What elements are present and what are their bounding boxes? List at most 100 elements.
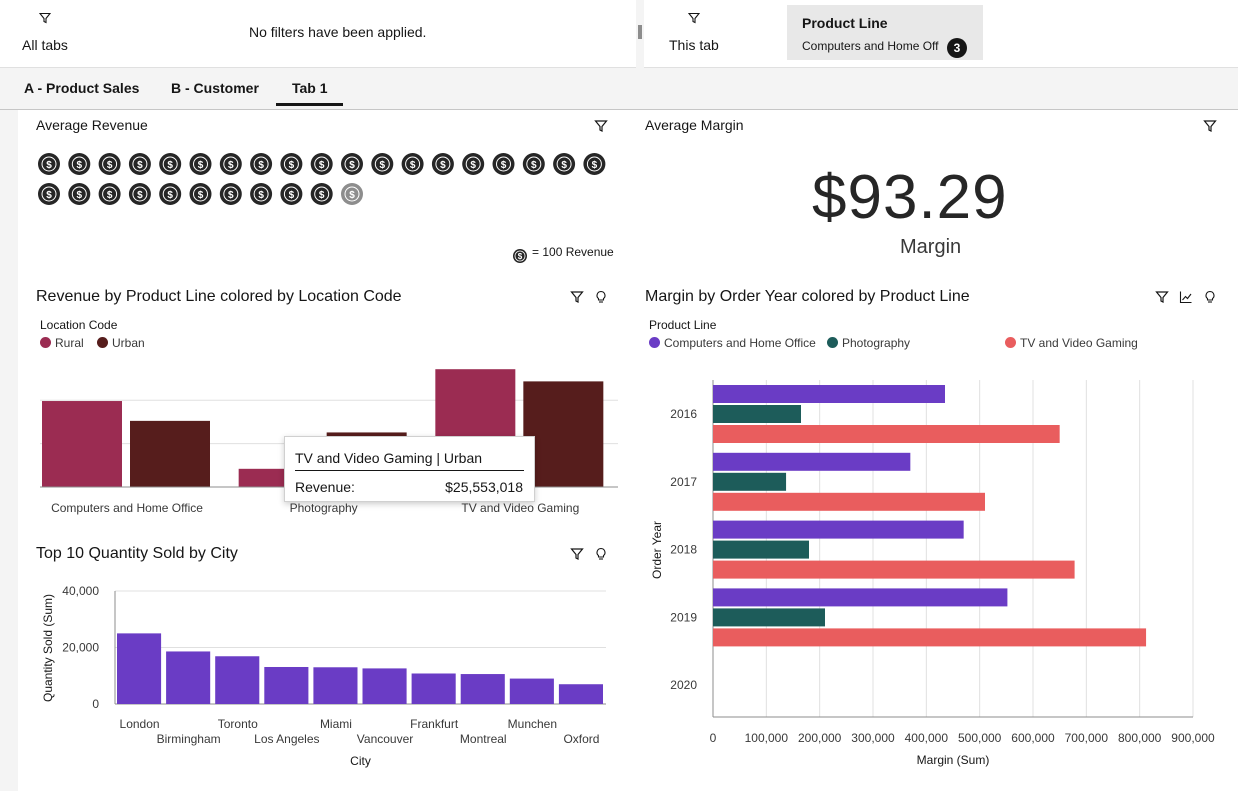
x-axis-label: City (350, 754, 371, 768)
dollar-glyph: $ (410, 160, 416, 171)
legend-label: Computers and Home Office (664, 336, 816, 350)
dollar-glyph: $ (380, 160, 386, 171)
y-tick-label: 2019 (670, 610, 697, 624)
avg-margin-title: Average Margin (645, 117, 744, 133)
all-tabs-label: All tabs (22, 37, 68, 53)
legend-item-rural[interactable]: Rural (40, 336, 84, 350)
dollar-glyph: $ (137, 190, 143, 201)
legend-item-urban[interactable]: Urban (97, 336, 145, 350)
quantity-bar-chart: 0 20,000 40,000 LondonBirminghamTorontoLos … (41, 584, 606, 768)
bar-urban (130, 420, 210, 487)
x-tick-label: Oxford (563, 732, 599, 746)
y-axis-label: Quantity Sold (Sum) (41, 594, 55, 702)
x-tick-label: 400,000 (905, 731, 949, 745)
y-tick-label: 2017 (670, 475, 697, 489)
x-tick-label: 200,000 (798, 731, 842, 745)
dollar-glyph: $ (107, 190, 113, 201)
lightbulb-icon[interactable] (594, 290, 608, 304)
dollar-glyph: $ (46, 190, 52, 201)
y-axis-label: Order Year (650, 521, 664, 579)
filter-icon[interactable] (39, 12, 51, 24)
dollar-glyph: $ (531, 160, 537, 171)
legend-item-tv-video-gaming[interactable]: TV and Video Gaming (1005, 336, 1138, 350)
filter-icon[interactable] (688, 12, 700, 24)
dollar-glyph: $ (258, 160, 264, 171)
dollar-glyph: $ (592, 160, 598, 171)
bar-2018-1 (713, 540, 809, 559)
revenue-chart-title: Revenue by Product Line colored by Locat… (36, 288, 402, 305)
tooltip-value: $25,553,018 (445, 479, 523, 495)
dollar-glyph: $ (470, 160, 476, 171)
bar-rural (42, 401, 122, 487)
x-tick-label: 100,000 (745, 731, 789, 745)
x-tick-label: Miami (320, 717, 352, 731)
dollar-glyph: $ (319, 190, 325, 201)
bar-urban (523, 381, 604, 487)
bar-2018-2 (713, 560, 1075, 579)
y-tick-label: 0 (92, 697, 99, 711)
x-tick-label: 700,000 (1065, 731, 1109, 745)
avg-margin-value: $93.29 (812, 163, 1008, 232)
bar-2019-2 (713, 628, 1147, 647)
bar-2016-2 (713, 425, 1060, 443)
lightbulb-icon[interactable] (594, 547, 608, 561)
filter-chip-value: Computers and Home Off (802, 39, 939, 53)
filter-icon[interactable] (1203, 119, 1217, 133)
dollar-glyph: $ (258, 190, 264, 201)
product-line-filter-chip[interactable]: Product Line Computers and Home Off 3 (787, 5, 983, 60)
y-tick-label: 40,000 (62, 584, 99, 598)
filter-icon[interactable] (570, 290, 584, 304)
x-tick-label: Birmingham (157, 732, 221, 746)
x-tick-label: Munchen (508, 717, 557, 731)
bar-toronto (215, 656, 260, 704)
x-tick-label: Frankfurt (410, 717, 459, 731)
legend-swatch (40, 337, 51, 348)
lightbulb-icon[interactable] (1203, 290, 1217, 304)
bar-london (117, 633, 162, 704)
margin-bar-chart: 0 100,000 200,000 300,000 400,000 500,000 600,… (650, 380, 1215, 767)
tab-a-product-sales[interactable]: A - Product Sales (24, 80, 139, 96)
chart-tooltip: TV and Video Gaming | Urban Revenue: $25… (284, 436, 535, 502)
dollar-glyph: $ (440, 160, 446, 171)
bar-2016-0 (713, 385, 945, 403)
x-tick-label: Computers and Home Office (51, 501, 203, 515)
x-tick-label: Vancouver (357, 732, 413, 746)
all-tabs-filter-area[interactable]: All tabs No filters have been applied. (0, 0, 636, 68)
dollar-glyph: $ (167, 160, 173, 171)
y-tick-label: 2018 (670, 543, 697, 557)
x-tick-label: 300,000 (851, 731, 895, 745)
trend-line-icon[interactable] (1179, 290, 1193, 304)
revenue-legend-title: Location Code (40, 318, 118, 332)
resize-handle[interactable] (638, 25, 642, 39)
legend-item-computers[interactable]: Computers and Home Office (649, 336, 816, 350)
bar-2018-0 (713, 520, 964, 539)
bar-2017-1 (713, 472, 787, 491)
filter-icon[interactable] (594, 119, 608, 133)
dollar-glyph: $ (107, 160, 113, 171)
legend-item-photography[interactable]: Photography (827, 336, 910, 350)
bar-vancouver (362, 668, 407, 704)
bar-munchen (509, 678, 554, 704)
tab-tab-1[interactable]: Tab 1 (292, 80, 328, 96)
tooltip-key: Revenue: (295, 479, 355, 495)
x-tick-label: London (120, 717, 160, 731)
bar-2019-0 (713, 588, 1008, 607)
filter-icon[interactable] (1155, 290, 1169, 304)
this-tab-filter-area[interactable]: This tab Product Line Computers and Home… (644, 0, 1238, 68)
dollar-glyph: $ (198, 190, 204, 201)
tab-b-customer[interactable]: B - Customer (171, 80, 259, 96)
bar-oxford (558, 684, 603, 704)
avg-revenue-title: Average Revenue (36, 117, 148, 133)
filter-icon[interactable] (570, 547, 584, 561)
bar-los-angeles (264, 666, 309, 704)
dollar-glyph: $ (289, 160, 295, 171)
revenue-pictogram: $ $ $ $ $ $ $ $ $ $ $ $ $ $ $ $ $ $ $ $ $ $ $ $ $ $ $ $ $ $ (38, 153, 606, 205)
x-tick-label: 900,000 (1171, 731, 1215, 745)
dollar-glyph: $ (77, 190, 83, 201)
legend-swatch (97, 337, 108, 348)
legend-label: TV and Video Gaming (1020, 336, 1138, 350)
tooltip-divider (295, 470, 524, 471)
quantity-chart-title: Top 10 Quantity Sold by City (36, 545, 238, 562)
bar-2017-2 (713, 492, 985, 511)
y-tick-label: 20,000 (62, 641, 99, 655)
